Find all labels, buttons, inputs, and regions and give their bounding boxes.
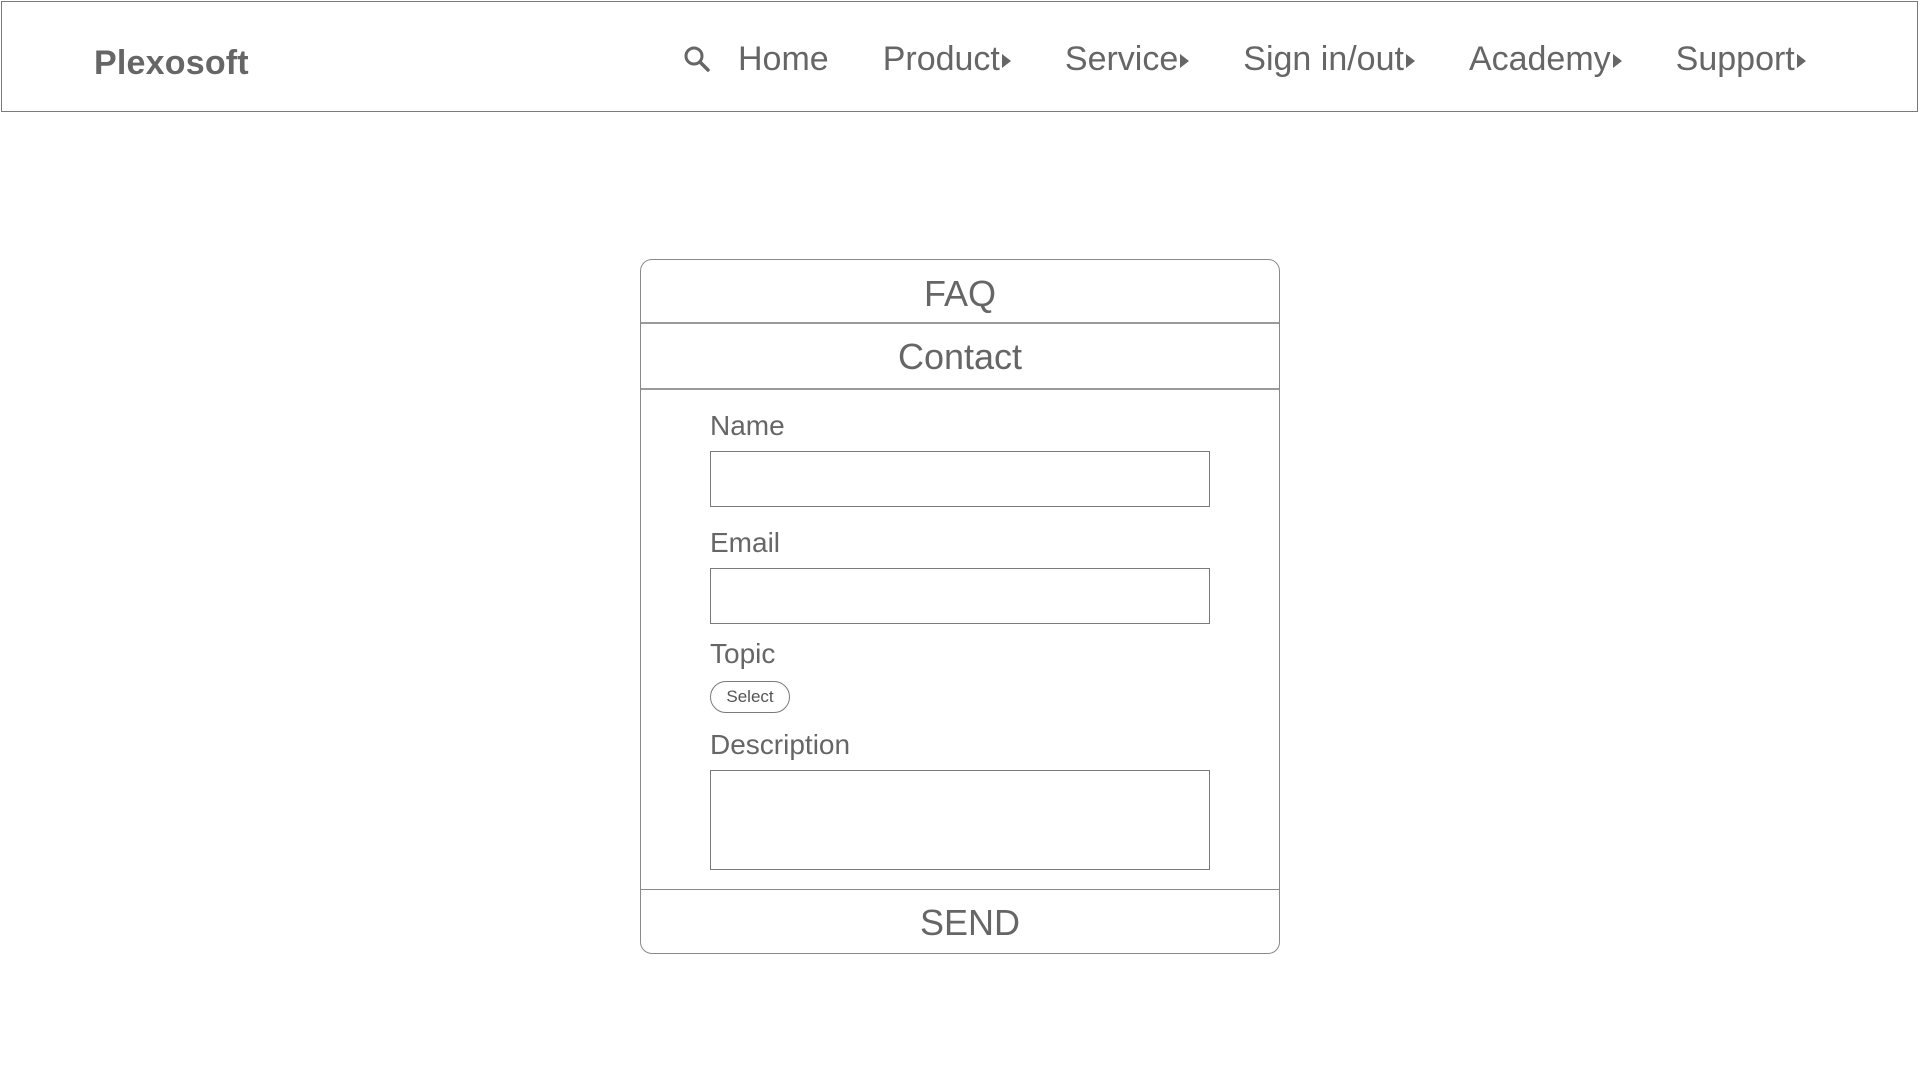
nav-item-service[interactable]: Service xyxy=(1064,39,1190,79)
support-panel: FAQ Contact Name Email Topic Select Desc… xyxy=(640,259,1280,954)
faq-tab[interactable]: FAQ xyxy=(641,260,1279,324)
topic-select[interactable]: Select xyxy=(710,681,790,713)
nav-item-academy[interactable]: Academy xyxy=(1469,40,1622,79)
caret-right-icon xyxy=(1405,54,1415,68)
nav-item-support[interactable]: Support xyxy=(1676,40,1806,79)
email-label: Email xyxy=(710,527,781,558)
caret-right-icon xyxy=(1796,54,1806,68)
nav-item-label: Academy xyxy=(1468,39,1611,78)
email-field[interactable] xyxy=(710,568,1210,624)
name-label: Name xyxy=(710,410,785,441)
topic-label: Topic xyxy=(710,638,776,669)
caret-right-icon xyxy=(1180,54,1190,68)
search-icon[interactable] xyxy=(682,44,712,74)
description-field[interactable] xyxy=(710,770,1210,870)
description-label: Description xyxy=(710,729,851,760)
main-nav: Home Product Service Sign in/out Academy… xyxy=(682,37,1806,81)
send-button[interactable]: SEND xyxy=(641,889,1279,953)
nav-item-label: Home xyxy=(738,39,829,78)
nav-item-home[interactable]: Home xyxy=(738,40,829,79)
nav-item-sign-in-out[interactable]: Sign in/out xyxy=(1243,40,1415,79)
contact-tab[interactable]: Contact xyxy=(641,324,1279,390)
caret-right-icon xyxy=(1612,54,1622,68)
top-navigation-bar: Plexosoft Home Product Service Sign in/o… xyxy=(1,1,1918,112)
nav-item-label: Support xyxy=(1675,39,1795,78)
nav-item-product[interactable]: Product xyxy=(883,40,1011,79)
search-icon-graphic xyxy=(684,46,710,72)
nav-item-label: Sign in/out xyxy=(1243,39,1404,78)
nav-item-label: Product xyxy=(882,39,1000,78)
brand-logo[interactable]: Plexosoft xyxy=(94,44,249,83)
caret-right-icon xyxy=(1001,54,1011,68)
nav-item-label: Service xyxy=(1064,39,1179,78)
name-field[interactable] xyxy=(710,451,1210,507)
